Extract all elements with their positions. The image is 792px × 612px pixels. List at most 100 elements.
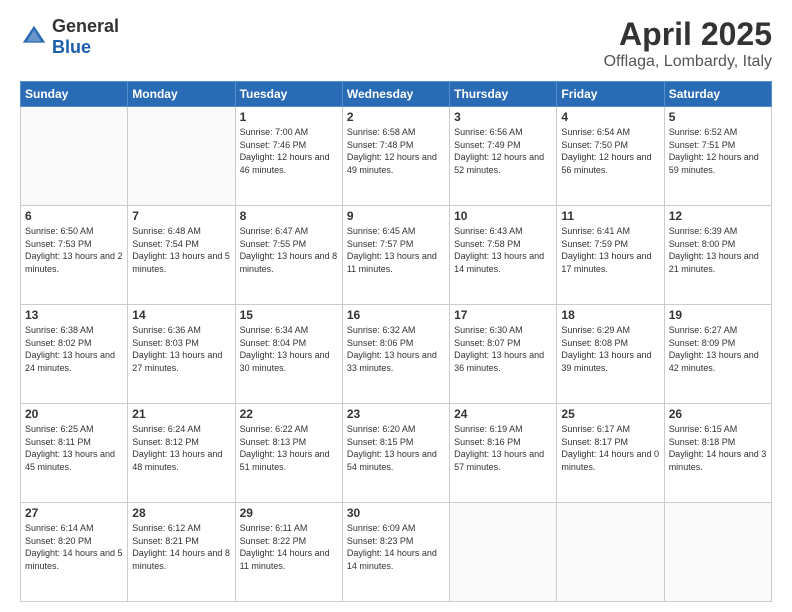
day-info: Sunrise: 6:54 AMSunset: 7:50 PMDaylight:… [561, 126, 659, 176]
day-number: 13 [25, 308, 123, 322]
day-number: 14 [132, 308, 230, 322]
calendar-day-cell: 2 Sunrise: 6:58 AMSunset: 7:48 PMDaylight… [342, 107, 449, 206]
calendar-day-cell: 14Sunrise: 6:36 AMSunset: 8:03 PMDayligh… [128, 305, 235, 404]
day-info: Sunrise: 6:20 AMSunset: 8:15 PMDaylight:… [347, 423, 445, 473]
day-info: Sunrise: 6:09 AMSunset: 8:23 PMDaylight:… [347, 522, 445, 572]
calendar-week-row: 20 Sunrise: 6:25 AMSunset: 8:11 PMDayligh… [21, 404, 772, 503]
calendar-week-row: 6Sunrise: 6:50 AMSunset: 7:53 PMDaylight… [21, 206, 772, 305]
weekday-header: Sunday [21, 82, 128, 107]
day-info: Sunrise: 6:58 AMSunset: 7:48 PMDaylight:… [347, 126, 445, 176]
calendar-day-cell: 10 Sunrise: 6:43 AMSunset: 7:58 PMDayligh… [450, 206, 557, 305]
calendar-day-cell: 21 Sunrise: 6:24 AMSunset: 8:12 PMDayligh… [128, 404, 235, 503]
logo-general-text: General [52, 16, 119, 36]
day-number: 18 [561, 308, 659, 322]
day-number: 11 [561, 209, 659, 223]
weekday-header: Tuesday [235, 82, 342, 107]
calendar-day-cell [664, 503, 771, 602]
day-number: 21 [132, 407, 230, 421]
page: General Blue April 2025 Offlaga, Lombard… [0, 0, 792, 612]
calendar-day-cell: 13 Sunrise: 6:38 AMSunset: 8:02 PMDayligh… [21, 305, 128, 404]
calendar-day-cell: 9Sunrise: 6:45 AMSunset: 7:57 PMDaylight… [342, 206, 449, 305]
day-info: Sunrise: 6:27 AMSunset: 8:09 PMDaylight:… [669, 324, 767, 374]
day-number: 5 [669, 110, 767, 124]
day-number: 8 [240, 209, 338, 223]
day-number: 19 [669, 308, 767, 322]
day-info: Sunrise: 6:30 AMSunset: 8:07 PMDaylight:… [454, 324, 552, 374]
calendar-day-cell: 29Sunrise: 6:11 AMSunset: 8:22 PMDayligh… [235, 503, 342, 602]
calendar-day-cell: 25 Sunrise: 6:17 AMSunset: 8:17 PMDayligh… [557, 404, 664, 503]
calendar-day-cell: 27Sunrise: 6:14 AMSunset: 8:20 PMDayligh… [21, 503, 128, 602]
calendar-day-cell: 6Sunrise: 6:50 AMSunset: 7:53 PMDaylight… [21, 206, 128, 305]
calendar-day-cell: 18 Sunrise: 6:29 AMSunset: 8:08 PMDayligh… [557, 305, 664, 404]
calendar-day-cell: 30 Sunrise: 6:09 AMSunset: 8:23 PMDayligh… [342, 503, 449, 602]
day-info: Sunrise: 7:00 AMSunset: 7:46 PMDaylight:… [240, 126, 338, 176]
weekday-header: Friday [557, 82, 664, 107]
calendar-day-cell [557, 503, 664, 602]
calendar-day-cell: 12 Sunrise: 6:39 AMSunset: 8:00 PMDayligh… [664, 206, 771, 305]
calendar-day-cell: 3Sunrise: 6:56 AMSunset: 7:49 PMDaylight… [450, 107, 557, 206]
day-number: 17 [454, 308, 552, 322]
calendar-week-row: 27Sunrise: 6:14 AMSunset: 8:20 PMDayligh… [21, 503, 772, 602]
calendar-day-cell: 23 Sunrise: 6:20 AMSunset: 8:15 PMDayligh… [342, 404, 449, 503]
day-info: Sunrise: 6:52 AMSunset: 7:51 PMDaylight:… [669, 126, 767, 176]
day-number: 25 [561, 407, 659, 421]
calendar-day-cell: 22 Sunrise: 6:22 AMSunset: 8:13 PMDayligh… [235, 404, 342, 503]
day-info: Sunrise: 6:50 AMSunset: 7:53 PMDaylight:… [25, 225, 123, 275]
weekday-header: Wednesday [342, 82, 449, 107]
day-info: Sunrise: 6:19 AMSunset: 8:16 PMDaylight:… [454, 423, 552, 473]
calendar-week-row: 1Sunrise: 7:00 AMSunset: 7:46 PMDaylight… [21, 107, 772, 206]
header: General Blue April 2025 Offlaga, Lombard… [20, 16, 772, 71]
calendar-day-cell: 20 Sunrise: 6:25 AMSunset: 8:11 PMDayligh… [21, 404, 128, 503]
calendar-table: SundayMondayTuesdayWednesdayThursdayFrid… [20, 81, 772, 602]
day-number: 16 [347, 308, 445, 322]
day-number: 10 [454, 209, 552, 223]
weekday-header: Monday [128, 82, 235, 107]
calendar-day-cell: 19 Sunrise: 6:27 AMSunset: 8:09 PMDayligh… [664, 305, 771, 404]
logo: General Blue [20, 16, 119, 58]
calendar-day-cell: 17 Sunrise: 6:30 AMSunset: 8:07 PMDayligh… [450, 305, 557, 404]
day-number: 3 [454, 110, 552, 124]
day-number: 27 [25, 506, 123, 520]
calendar-day-cell [450, 503, 557, 602]
day-info: Sunrise: 6:41 AMSunset: 7:59 PMDaylight:… [561, 225, 659, 275]
calendar-day-cell: 8 Sunrise: 6:47 AMSunset: 7:55 PMDaylight… [235, 206, 342, 305]
day-info: Sunrise: 6:22 AMSunset: 8:13 PMDaylight:… [240, 423, 338, 473]
day-info: Sunrise: 6:24 AMSunset: 8:12 PMDaylight:… [132, 423, 230, 473]
calendar-day-cell: 26Sunrise: 6:15 AMSunset: 8:18 PMDayligh… [664, 404, 771, 503]
weekday-header: Saturday [664, 82, 771, 107]
calendar-day-cell: 16 Sunrise: 6:32 AMSunset: 8:06 PMDayligh… [342, 305, 449, 404]
calendar-day-cell [128, 107, 235, 206]
calendar-day-cell: 11 Sunrise: 6:41 AMSunset: 7:59 PMDayligh… [557, 206, 664, 305]
day-number: 12 [669, 209, 767, 223]
calendar-day-cell: 7Sunrise: 6:48 AMSunset: 7:54 PMDaylight… [128, 206, 235, 305]
day-info: Sunrise: 6:17 AMSunset: 8:17 PMDaylight:… [561, 423, 659, 473]
day-number: 2 [347, 110, 445, 124]
day-number: 30 [347, 506, 445, 520]
day-number: 28 [132, 506, 230, 520]
logo-icon [20, 23, 48, 51]
day-number: 23 [347, 407, 445, 421]
day-number: 15 [240, 308, 338, 322]
calendar-day-cell: 24 Sunrise: 6:19 AMSunset: 8:16 PMDayligh… [450, 404, 557, 503]
day-info: Sunrise: 6:47 AMSunset: 7:55 PMDaylight:… [240, 225, 338, 275]
day-info: Sunrise: 6:32 AMSunset: 8:06 PMDaylight:… [347, 324, 445, 374]
calendar-week-row: 13 Sunrise: 6:38 AMSunset: 8:02 PMDayligh… [21, 305, 772, 404]
calendar-day-cell: 1Sunrise: 7:00 AMSunset: 7:46 PMDaylight… [235, 107, 342, 206]
day-info: Sunrise: 6:43 AMSunset: 7:58 PMDaylight:… [454, 225, 552, 275]
day-number: 24 [454, 407, 552, 421]
calendar-day-cell: 15Sunrise: 6:34 AMSunset: 8:04 PMDayligh… [235, 305, 342, 404]
calendar-day-cell: 4Sunrise: 6:54 AMSunset: 7:50 PMDaylight… [557, 107, 664, 206]
day-number: 20 [25, 407, 123, 421]
day-info: Sunrise: 6:29 AMSunset: 8:08 PMDaylight:… [561, 324, 659, 374]
day-number: 22 [240, 407, 338, 421]
day-number: 26 [669, 407, 767, 421]
weekday-header: Thursday [450, 82, 557, 107]
day-info: Sunrise: 6:39 AMSunset: 8:00 PMDaylight:… [669, 225, 767, 275]
day-info: Sunrise: 6:38 AMSunset: 8:02 PMDaylight:… [25, 324, 123, 374]
calendar-day-cell: 5 Sunrise: 6:52 AMSunset: 7:51 PMDaylight… [664, 107, 771, 206]
location: Offlaga, Lombardy, Italy [604, 53, 772, 71]
day-info: Sunrise: 6:45 AMSunset: 7:57 PMDaylight:… [347, 225, 445, 275]
month-title: April 2025 [604, 16, 772, 53]
day-info: Sunrise: 6:25 AMSunset: 8:11 PMDaylight:… [25, 423, 123, 473]
title-block: April 2025 Offlaga, Lombardy, Italy [604, 16, 772, 71]
